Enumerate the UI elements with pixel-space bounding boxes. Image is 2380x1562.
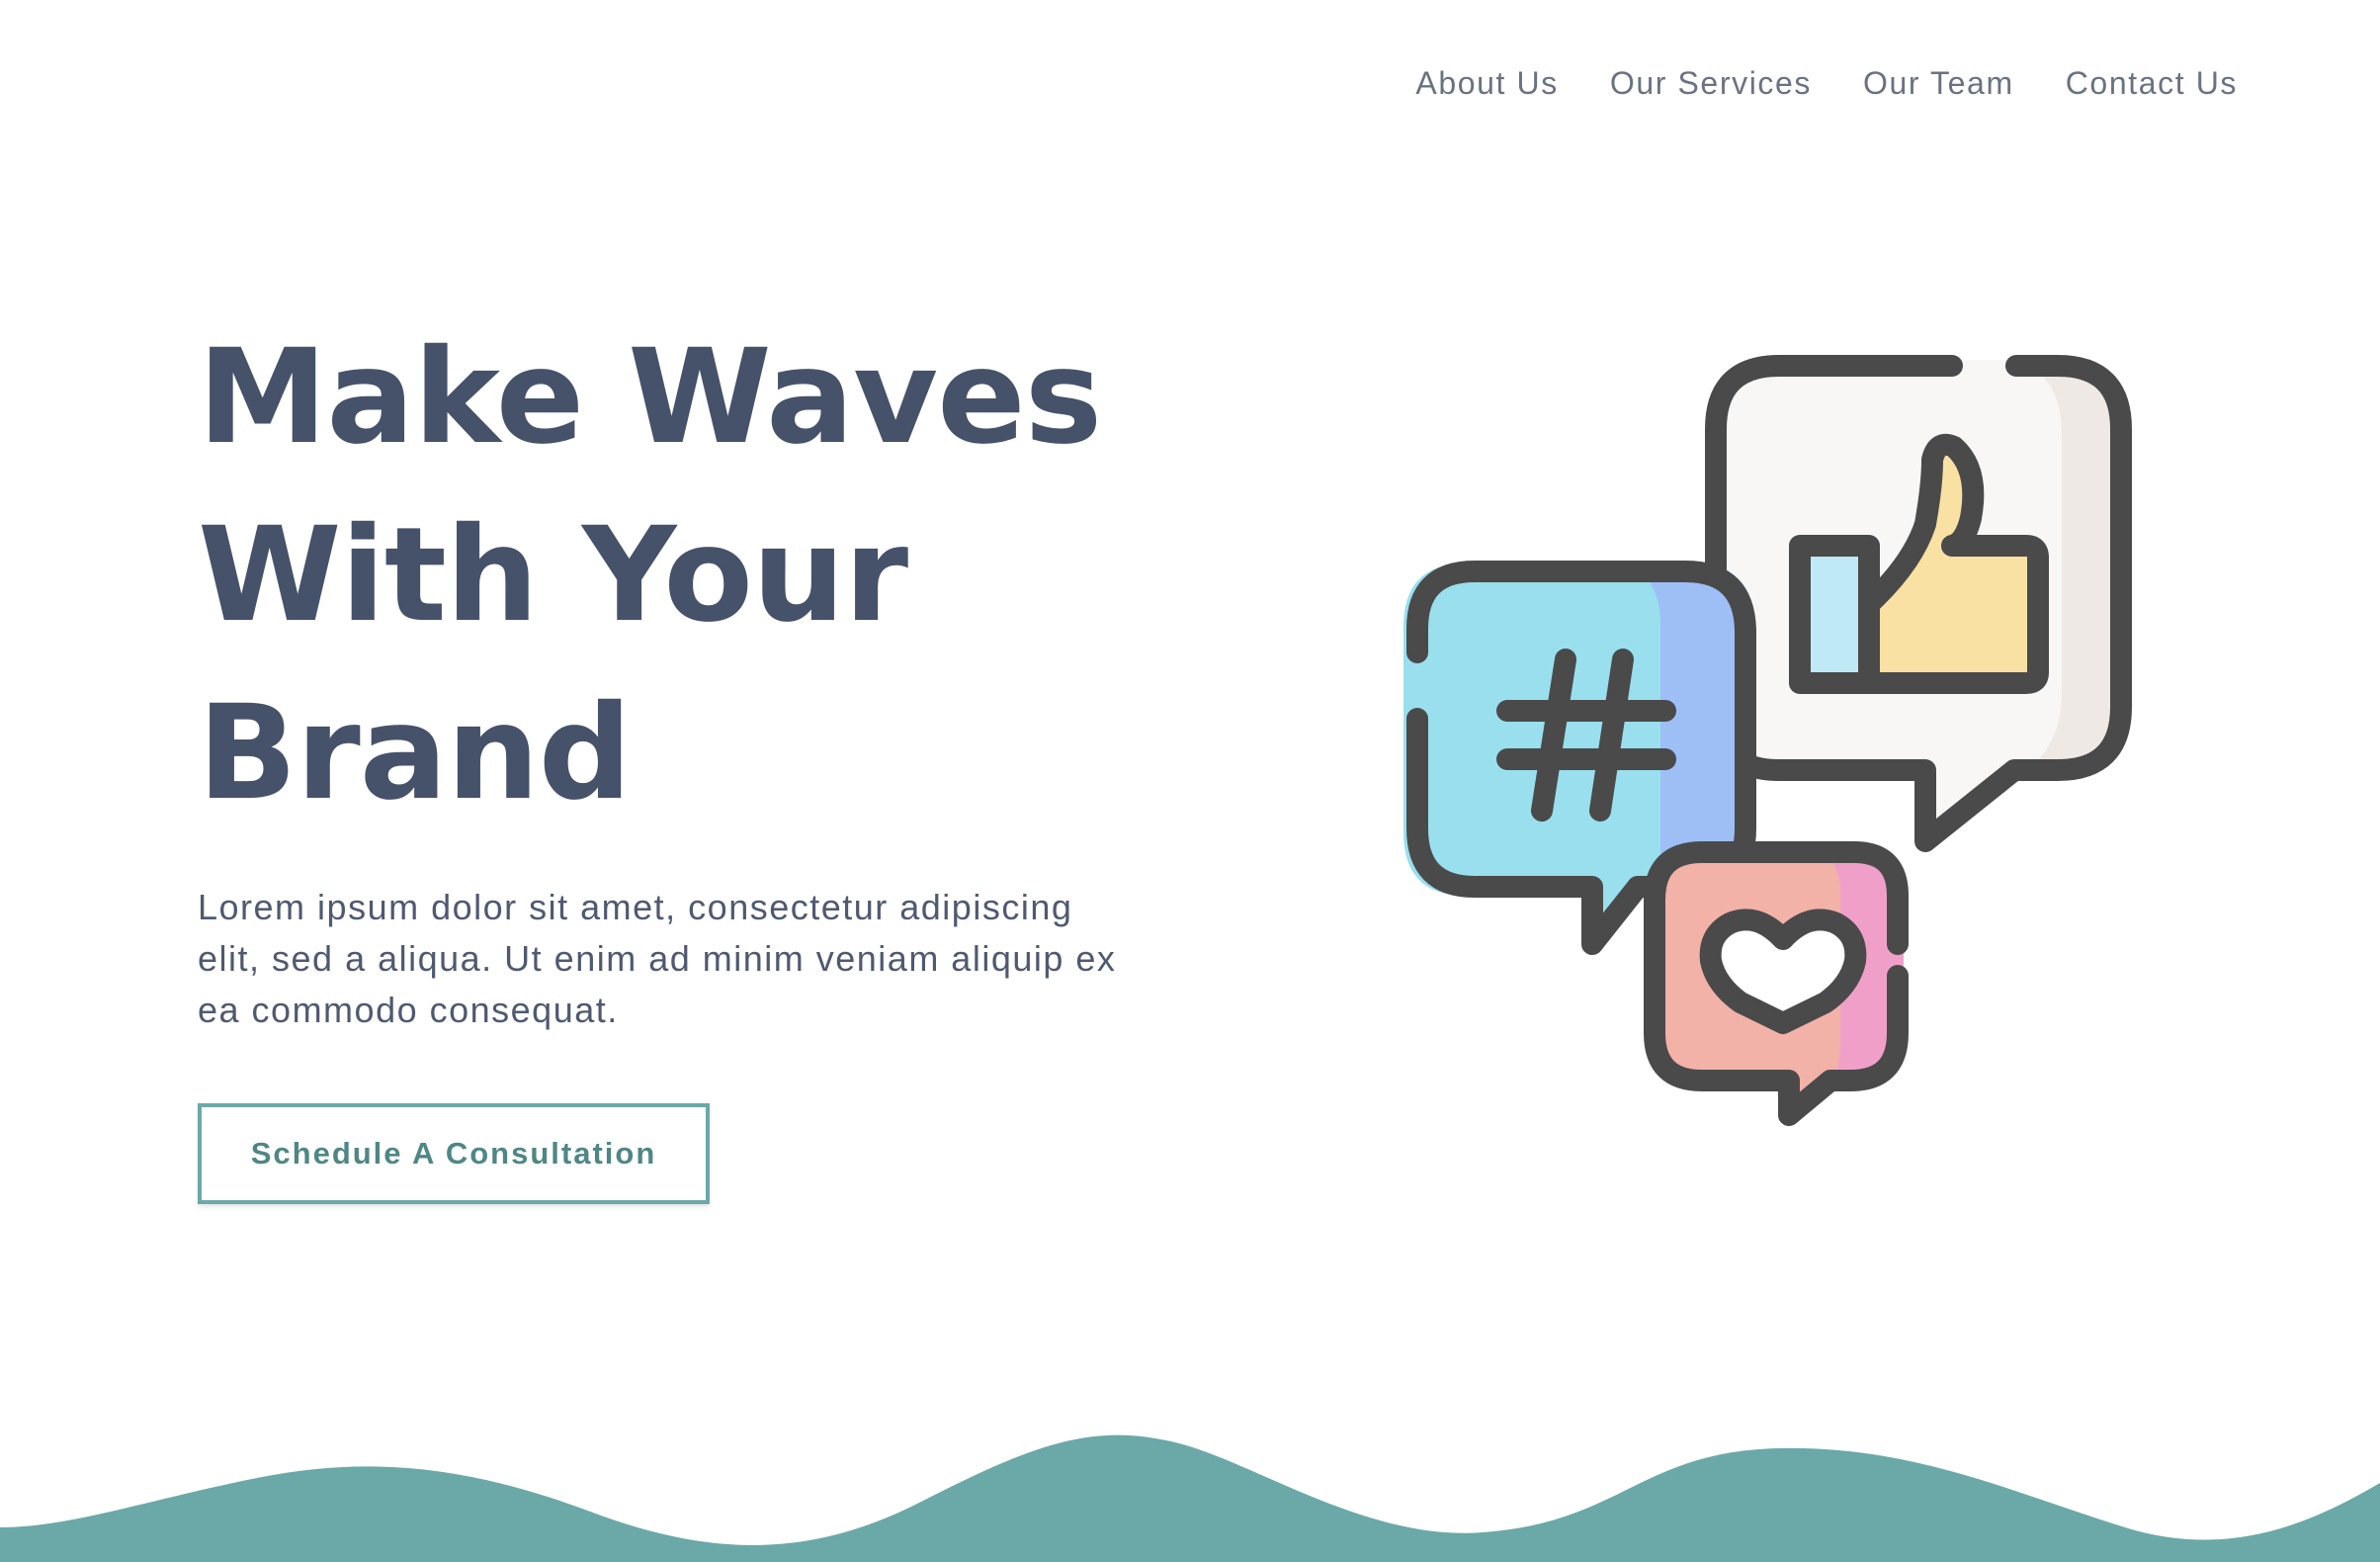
nav-link-about-us[interactable]: About Us	[1415, 65, 1558, 102]
schedule-consultation-button[interactable]: Schedule A Consultation	[198, 1103, 710, 1204]
nav-link-our-team[interactable]: Our Team	[1863, 65, 2014, 102]
hero-title: Make Waves With Your Brand	[198, 308, 1186, 842]
hero-title-line: With Your	[198, 499, 908, 651]
hero-description: Lorem ipsum dolor sit amet, consectetur …	[198, 887, 1117, 1030]
wave-decoration	[0, 1434, 2380, 1562]
heart-icon	[1699, 909, 1867, 1034]
hero-section: Make Waves With Your Brand Lorem ipsum d…	[198, 308, 1186, 1036]
social-media-illustration	[1403, 355, 2132, 1126]
hero-title-line: Make Waves	[198, 321, 1102, 474]
hero-title-line: Brand	[198, 677, 632, 829]
top-nav: About Us Our Services Our Team Contact U…	[1415, 65, 2238, 102]
nav-link-contact-us[interactable]: Contact Us	[2066, 65, 2238, 102]
nav-link-our-services[interactable]: Our Services	[1610, 65, 1812, 102]
